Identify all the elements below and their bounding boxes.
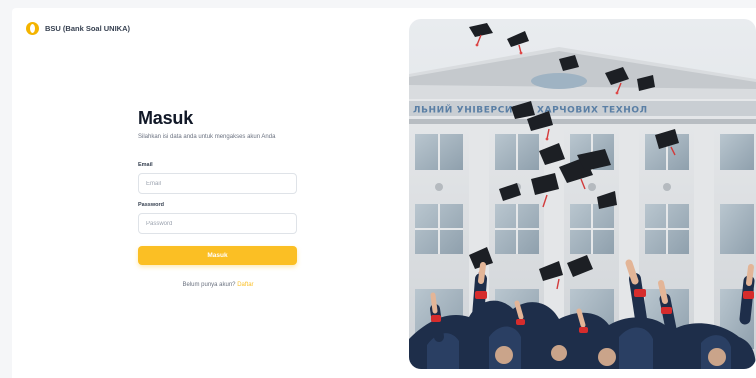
page-title: Masuk [138,108,194,128]
login-page: BSU (Bank Soal UNIKA) Masuk Silahkan isi… [12,8,756,378]
brand[interactable]: BSU (Bank Soal UNIKA) [26,22,130,35]
password-label: Password [138,202,164,208]
hero-image: ЛЬНИЙ УНІВЕРСИТЕТ ХАРЧОВИХ ТЕХНОЛ [409,19,756,369]
email-label: Email [138,162,153,168]
brand-logo-icon [26,22,39,35]
password-field[interactable] [138,213,297,234]
email-field[interactable] [138,173,297,194]
register-link[interactable]: Daftar [237,282,253,288]
graduation-photo: ЛЬНИЙ УНІВЕРСИТЕТ ХАРЧОВИХ ТЕХНОЛ [409,19,756,369]
register-prompt-text: Belum punya akun? [182,282,236,288]
page-subtitle: Silahkan isi data anda untuk mengakses a… [138,134,276,140]
register-prompt: Belum punya akun? Daftar [138,282,298,288]
login-form: Masuk Silahkan isi data anda untuk menga… [138,108,298,288]
login-button[interactable]: Masuk [138,246,297,265]
brand-name: BSU (Bank Soal UNIKA) [45,24,131,33]
